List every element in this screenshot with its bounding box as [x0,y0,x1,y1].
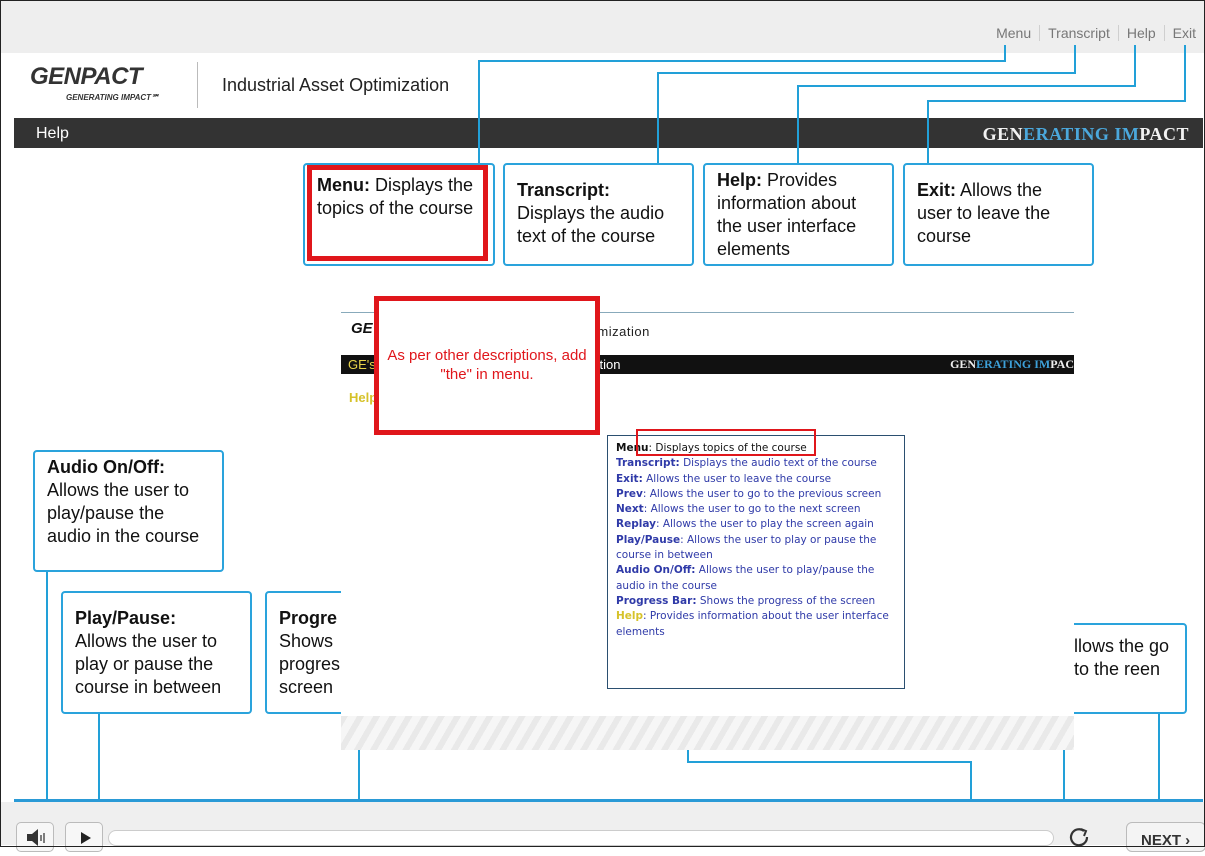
audio-callout: Audio On/Off: Allows the user to play/pa… [33,450,224,572]
legend-key: Progress Bar: [616,594,697,607]
play-button[interactable] [65,822,103,852]
legend-highlight-box [636,429,816,456]
legend-key: Help [616,610,644,623]
legend-key: Audio On/Off: [616,564,696,577]
connector-line [970,761,972,800]
embed-brand: GENERATING IMPAC [950,357,1074,372]
progress-bar[interactable] [108,830,1054,846]
callout-text: Shows progres screen [279,631,341,697]
legend-key: Replay [616,518,656,531]
next-button[interactable]: NEXT › [1126,822,1205,852]
logo-tagline: GENERATING IMPACT℠ [66,93,160,102]
legend-text: : Allows the user to go to the previous … [642,487,882,500]
legend-item: Help: Provides information about the use… [616,609,896,640]
connector-line [927,101,929,165]
connector-line [797,86,799,165]
header-divider [197,62,198,108]
legend-text: : Allows the user to play the screen aga… [655,518,874,531]
course-bar: Help GENERATING IMPACT [14,118,1203,148]
connector-line [927,100,1186,102]
legend-item: Replay: Allows the user to play the scre… [616,517,896,532]
top-bar: Menu Transcript Help Exit [1,1,1204,53]
connector-line [1074,45,1076,74]
callout-text: Allows the user to play/pause the audio … [47,480,200,546]
callout-key: Transcript: [517,180,611,200]
brand-part-highlight: ERATING IM [976,357,1051,371]
brand-part: PACT [1139,124,1189,144]
brand-part: GEN [982,124,1024,144]
playpause-callout: Play/Pause: Allows the user to play or p… [61,591,252,714]
brand-banner: GENERATING IMPACT [983,124,1189,145]
connector-line [98,712,100,800]
transcript-callout: Transcript: Displays the audio text of t… [503,163,694,266]
callout-key: Play/Pause: [75,608,177,628]
exit-callout: Exit: Allows the user to leave the cours… [903,163,1094,266]
help-link[interactable]: Help [1117,25,1164,41]
callout-key: Audio On/Off: [47,457,165,477]
connector-line [1134,45,1136,87]
connector-line [1063,748,1065,800]
connector-line [687,761,972,763]
connector-line [657,73,659,165]
legend-item: Next: Allows the user to go to the next … [616,502,896,517]
genpact-logo: GENPACT GENERATING IMPACT℠ [30,63,159,102]
transcript-link[interactable]: Transcript [1039,25,1118,41]
connector-line [478,60,1006,62]
legend-text: : Allows the user to go to the next scre… [643,503,861,516]
legend-item: Progress Bar: Shows the progress of the … [616,594,896,609]
connector-line [797,85,1136,87]
connector-line [1004,45,1006,62]
callout-text: Displays the audio text of the course [517,203,665,246]
connector-line [657,72,1076,74]
logo-wordmark: GENPACT [30,63,143,90]
legend-text: Shows the progress of the screen [696,594,876,607]
callout-text: Allows the user to play or pause the cou… [75,631,222,697]
embed-footer-pattern [341,716,1074,750]
connector-line [687,748,689,762]
brand-part: PAC [1050,357,1074,371]
connector-line [478,61,480,165]
help-callout: Help: Provides information about the use… [703,163,894,266]
embed-help: Help [349,390,378,405]
legend-key: Transcript: [616,457,680,470]
top-nav: Menu Transcript Help Exit [988,25,1204,41]
callout-key: Exit: [917,180,957,200]
audio-toggle-button[interactable] [16,822,54,852]
legend-key: Exit: [616,472,643,485]
legend-text: : Provides information about the user in… [616,610,889,638]
menu-highlight-box [307,165,488,261]
brand-part: GEN [950,357,977,371]
legend-key: Next [616,503,644,516]
exit-link[interactable]: Exit [1163,25,1204,41]
brand-part-highlight: ERATING IM [1023,124,1140,144]
review-comment: As per other descriptions, add "the" in … [374,296,600,435]
legend-item: Transcript: Displays the audio text of t… [616,456,896,471]
legend-key: Play/Pause [616,533,681,546]
legend-key: Prev [616,487,643,500]
embed-bar-left: GE's [348,357,376,372]
legend-item: Play/Pause: Allows the user to play or p… [616,533,896,564]
embed-logo: GE [351,320,373,337]
callout-key: Help: [717,170,762,190]
connector-line [46,571,48,800]
course-title: Industrial Asset Optimization [222,75,450,95]
legend-text: Allows the user to leave the course [642,472,832,485]
connector-line [1158,712,1160,800]
legend-item: Audio On/Off: Allows the user to play/pa… [616,563,896,594]
menu-link[interactable]: Menu [988,25,1039,41]
callout-text: llows the go to the reen [1074,636,1170,679]
callout-key: Progre [279,608,338,628]
legend-item: Exit: Allows the user to leave the cours… [616,472,896,487]
connector-line [1184,45,1186,102]
legend-box: Menu: Displays topics of the course Tran… [607,435,905,689]
legend-text: Displays the audio text of the course [679,457,877,470]
legend-item: Prev: Allows the user to go to the previ… [616,487,896,502]
replay-button[interactable] [1060,822,1100,852]
help-label[interactable]: Help [36,125,69,143]
embed-title: imization [594,324,650,339]
